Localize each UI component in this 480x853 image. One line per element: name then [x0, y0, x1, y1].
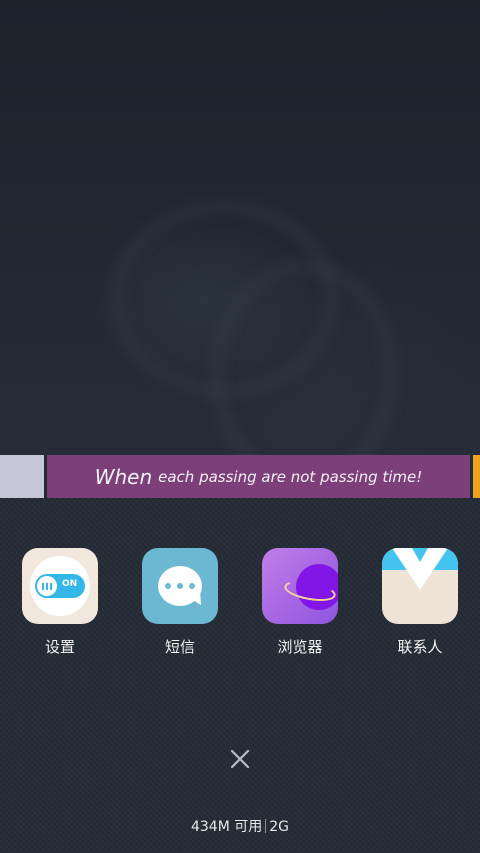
wallpaper-swirl — [210, 260, 398, 488]
app-label-browser: 浏览器 — [277, 638, 323, 656]
message-bubble-icon — [142, 548, 218, 624]
app-browser[interactable]: 浏览器 — [250, 548, 350, 658]
recent-task-card-main[interactable]: When each passing are not passing time! — [47, 455, 470, 498]
app-label-messages: 短信 — [164, 638, 195, 656]
wallpaper-background — [0, 0, 480, 488]
recent-task-card-right[interactable] — [473, 455, 480, 498]
app-settings[interactable]: ON 设置 — [10, 548, 110, 658]
recent-task-card-left[interactable] — [0, 455, 44, 498]
shirt-collar-icon — [382, 548, 458, 624]
close-button[interactable] — [225, 744, 255, 774]
banner-small-text: each passing are not passing time! — [158, 467, 423, 486]
close-x-icon — [230, 749, 250, 769]
divider — [265, 819, 267, 833]
toggle-on-text: ON — [62, 579, 78, 589]
banner-big-text: When — [94, 464, 153, 489]
recent-tasks-strip[interactable]: When each passing are not passing time! — [0, 455, 480, 498]
app-label-settings: 设置 — [44, 638, 75, 656]
app-row: ON 设置 短信 浏览器 联系人 — [0, 548, 480, 658]
planet-orbit-icon — [262, 548, 338, 624]
network-type: 2G — [269, 819, 290, 835]
app-label-contacts: 联系人 — [397, 638, 443, 656]
app-contacts[interactable]: 联系人 — [370, 548, 470, 658]
app-messages[interactable]: 短信 — [130, 548, 230, 658]
toggle-switch-icon: ON — [22, 548, 98, 624]
memory-status: 434M 可用 2G — [0, 816, 480, 836]
memory-available: 434M 可用 — [190, 819, 263, 835]
